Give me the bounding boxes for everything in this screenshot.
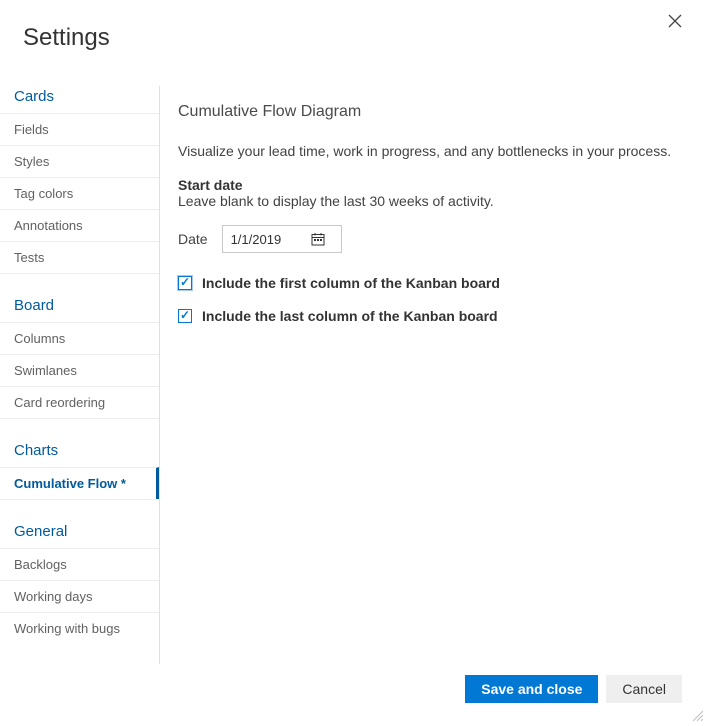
calendar-icon[interactable] (311, 232, 325, 246)
sidebar-section-general: General (0, 521, 159, 548)
sidebar-item-working-with-bugs[interactable]: Working with bugs (0, 612, 159, 644)
start-date-label: Start date (178, 177, 686, 193)
settings-sidebar: Cards Fields Styles Tag colors Annotatio… (0, 86, 160, 664)
sidebar-item-card-reordering[interactable]: Card reordering (0, 386, 159, 418)
sidebar-item-tag-colors[interactable]: Tag colors (0, 177, 159, 209)
page-title: Settings (0, 0, 704, 52)
sidebar-item-tests[interactable]: Tests (0, 241, 159, 273)
resize-handle-icon[interactable] (691, 708, 703, 720)
date-label: Date (178, 231, 208, 247)
settings-panel: Cumulative Flow Diagram Visualize your l… (160, 86, 704, 664)
sidebar-item-cumulative-flow[interactable]: Cumulative Flow * (0, 467, 159, 499)
sidebar-item-backlogs[interactable]: Backlogs (0, 548, 159, 580)
start-date-help: Leave blank to display the last 30 weeks… (178, 193, 686, 209)
sidebar-item-working-days[interactable]: Working days (0, 580, 159, 612)
start-date-input[interactable] (231, 232, 311, 247)
sidebar-item-annotations[interactable]: Annotations (0, 209, 159, 241)
include-last-column-label: Include the last column of the Kanban bo… (202, 308, 498, 324)
include-first-column-checkbox[interactable] (178, 276, 192, 290)
sidebar-item-styles[interactable]: Styles (0, 145, 159, 177)
sidebar-section-charts: Charts (0, 440, 159, 467)
include-last-column-checkbox[interactable] (178, 309, 192, 323)
save-and-close-button[interactable]: Save and close (465, 675, 598, 703)
date-input-container (222, 225, 342, 253)
panel-description: Visualize your lead time, work in progre… (178, 143, 686, 159)
include-first-column-label: Include the first column of the Kanban b… (202, 275, 500, 291)
footer-buttons: Save and close Cancel (465, 675, 682, 703)
sidebar-item-swimlanes[interactable]: Swimlanes (0, 354, 159, 386)
sidebar-section-cards: Cards (0, 86, 159, 113)
sidebar-section-board: Board (0, 295, 159, 322)
close-icon[interactable] (668, 14, 682, 28)
cancel-button[interactable]: Cancel (606, 675, 682, 703)
sidebar-item-columns[interactable]: Columns (0, 322, 159, 354)
panel-title: Cumulative Flow Diagram (178, 103, 686, 121)
sidebar-item-fields[interactable]: Fields (0, 113, 159, 145)
